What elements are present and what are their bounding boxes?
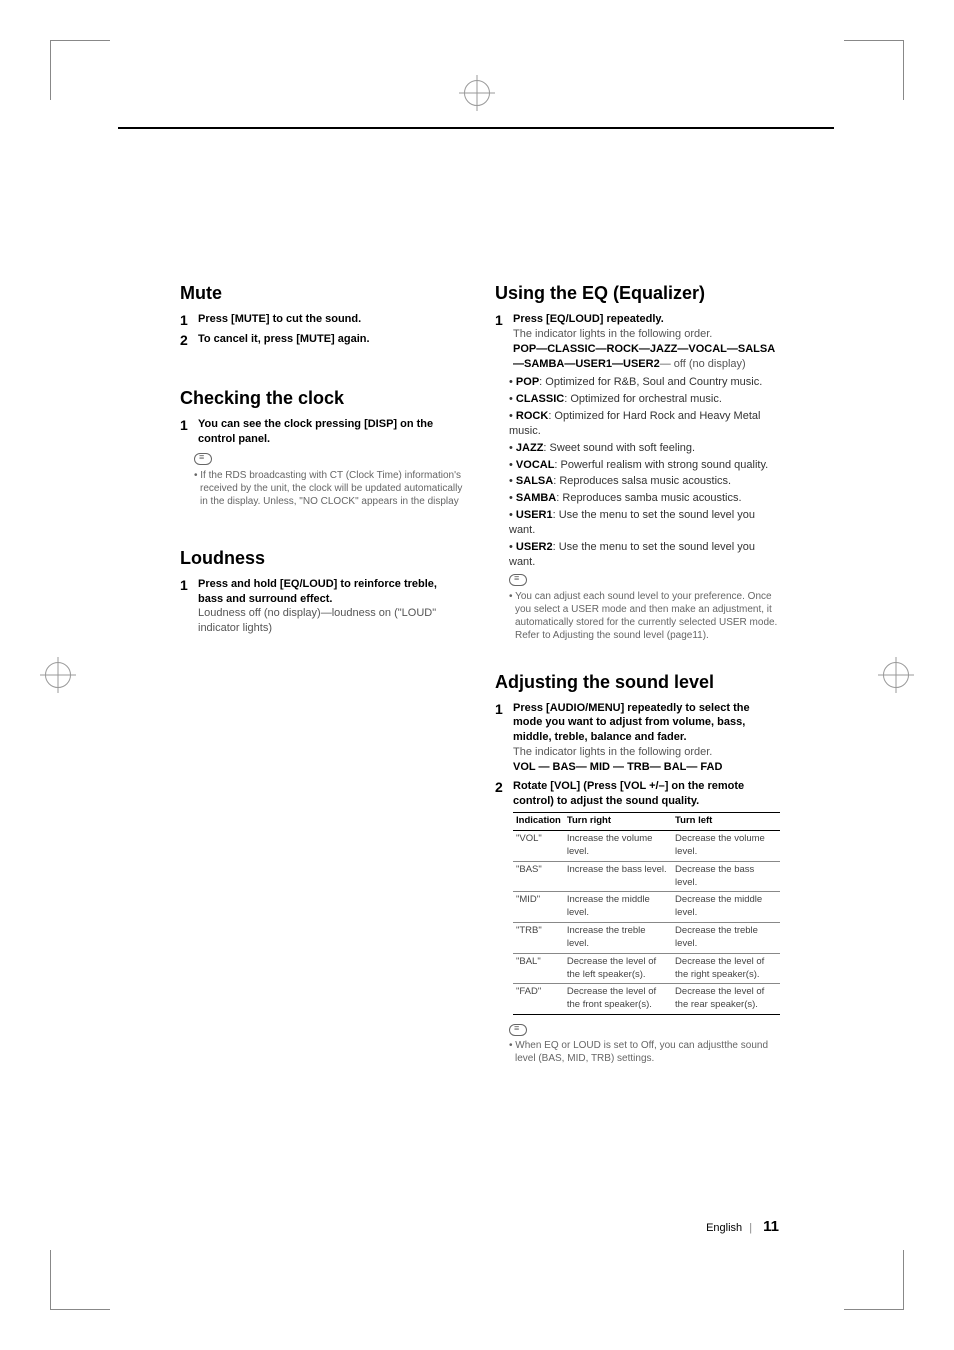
- step-text: To cancel it, press [MUTE] again.: [198, 333, 370, 345]
- clock-note: • If the RDS broadcasting with CT (Clock…: [200, 469, 465, 508]
- footer-separator: |: [749, 1222, 752, 1234]
- eq-note: • You can adjust each sound level to you…: [515, 590, 780, 642]
- crop-mark-br: [844, 1250, 904, 1310]
- table-header: Turn left: [672, 813, 780, 831]
- heading-loudness: Loudness: [180, 548, 465, 569]
- note-icon: [509, 1024, 527, 1036]
- left-column: Mute 1 Press [MUTE] to cut the sound. 2 …: [180, 265, 465, 1065]
- loudness-step-1: 1 Press and hold [EQ/LOUD] to reinforce …: [180, 577, 465, 636]
- registration-mark-left: [45, 662, 71, 688]
- step-number: 1: [180, 312, 192, 328]
- step-number: 1: [180, 417, 192, 447]
- mute-step-2: 2 To cancel it, press [MUTE] again.: [180, 332, 465, 348]
- step-text: You can see the clock pressing [DISP] on…: [198, 418, 433, 445]
- page-top-rule: [118, 127, 834, 129]
- sound-table: IndicationTurn rightTurn left "VOL"Incre…: [513, 812, 780, 1015]
- clock-step-1: 1 You can see the clock pressing [DISP] …: [180, 417, 465, 447]
- table-cell: Decrease the middle level.: [672, 892, 780, 923]
- step-text: Press and hold [EQ/LOUD] to reinforce tr…: [198, 578, 437, 605]
- heading-clock: Checking the clock: [180, 388, 465, 409]
- eq-mode-item: • SAMBA: Reproduces samba music acoustic…: [509, 491, 780, 506]
- table-header: Turn right: [564, 813, 672, 831]
- eq-mode-item: • USER2: Use the menu to set the sound l…: [509, 540, 780, 570]
- eq-mode-item: • CLASSIC: Optimized for orchestral musi…: [509, 392, 780, 407]
- table-row: "BAS"Increase the bass level.Decrease th…: [513, 861, 780, 892]
- eq-mode-item: • VOCAL: Powerful realism with strong so…: [509, 458, 780, 473]
- table-cell: "BAL": [513, 953, 564, 984]
- registration-mark-top: [464, 80, 490, 106]
- table-cell: "MID": [513, 892, 564, 923]
- table-cell: Increase the middle level.: [564, 892, 672, 923]
- table-cell: "VOL": [513, 831, 564, 862]
- table-cell: Decrease the bass level.: [672, 861, 780, 892]
- eq-step-1: 1 Press [EQ/LOUD] repeatedly. The indica…: [495, 312, 780, 371]
- adjust-sequence: VOL — BAS— MID — TRB— BAL— FAD: [513, 761, 722, 773]
- table-cell: "FAD": [513, 984, 564, 1015]
- step-text: Press [AUDIO/MENU] repeatedly to select …: [513, 702, 750, 744]
- registration-mark-right: [883, 662, 909, 688]
- footer-language: English: [706, 1222, 742, 1234]
- note-text: If the RDS broadcasting with CT (Clock T…: [200, 470, 462, 507]
- note-text: When EQ or LOUD is set to Off, you can a…: [515, 1040, 768, 1064]
- table-cell: "BAS": [513, 861, 564, 892]
- table-cell: Decrease the level of the rear speaker(s…: [672, 984, 780, 1015]
- step-number: 1: [180, 577, 192, 636]
- crop-mark-tl: [50, 40, 110, 100]
- page-footer: English | 11: [706, 1218, 779, 1235]
- step-text: Press [MUTE] to cut the sound.: [198, 313, 361, 325]
- step-number: 2: [180, 332, 192, 348]
- note-text: You can adjust each sound level to your …: [515, 591, 777, 641]
- note-icon: [509, 574, 527, 586]
- adjust-step-2: 2 Rotate [VOL] (Press [VOL +/–] on the r…: [495, 779, 780, 1015]
- crop-mark-bl: [50, 1250, 110, 1310]
- heading-eq: Using the EQ (Equalizer): [495, 283, 780, 304]
- table-cell: Increase the treble level.: [564, 923, 672, 954]
- step-subtext: Loudness off (no display)—loudness on ("…: [198, 607, 436, 634]
- step-number: 1: [495, 701, 507, 775]
- step-subtext: The indicator lights in the following or…: [513, 328, 712, 340]
- table-row: "TRB"Increase the treble level.Decrease …: [513, 923, 780, 954]
- table-row: "FAD"Decrease the level of the front spe…: [513, 984, 780, 1015]
- heading-mute: Mute: [180, 283, 465, 304]
- crop-mark-tr: [844, 40, 904, 100]
- step-number: 2: [495, 779, 507, 1015]
- step-number: 1: [495, 312, 507, 371]
- heading-adjust: Adjusting the sound level: [495, 672, 780, 693]
- note-icon: [194, 453, 212, 465]
- table-cell: Decrease the level of the right speaker(…: [672, 953, 780, 984]
- eq-sequence-tail: — off (no display): [660, 358, 746, 370]
- table-cell: Increase the volume level.: [564, 831, 672, 862]
- right-column: Using the EQ (Equalizer) 1 Press [EQ/LOU…: [495, 265, 780, 1065]
- step-text: Rotate [VOL] (Press [VOL +/–] on the rem…: [513, 780, 744, 807]
- adjust-note: • When EQ or LOUD is set to Off, you can…: [515, 1039, 780, 1065]
- adjust-step-1: 1 Press [AUDIO/MENU] repeatedly to selec…: [495, 701, 780, 775]
- eq-mode-item: • SALSA: Reproduces salsa music acoustic…: [509, 474, 780, 489]
- eq-mode-item: • ROCK: Optimized for Hard Rock and Heav…: [509, 409, 780, 439]
- page-content: Mute 1 Press [MUTE] to cut the sound. 2 …: [180, 265, 780, 1065]
- table-cell: Decrease the treble level.: [672, 923, 780, 954]
- table-cell: Decrease the volume level.: [672, 831, 780, 862]
- step-text: Press [EQ/LOUD] repeatedly.: [513, 313, 664, 325]
- table-row: "VOL"Increase the volume level.Decrease …: [513, 831, 780, 862]
- mute-step-1: 1 Press [MUTE] to cut the sound.: [180, 312, 465, 328]
- footer-page-number: 11: [763, 1218, 779, 1235]
- eq-mode-item: • USER1: Use the menu to set the sound l…: [509, 508, 780, 538]
- eq-mode-item: • JAZZ: Sweet sound with soft feeling.: [509, 441, 780, 456]
- table-row: "MID"Increase the middle level.Decrease …: [513, 892, 780, 923]
- table-cell: Decrease the level of the front speaker(…: [564, 984, 672, 1015]
- table-cell: Decrease the level of the left speaker(s…: [564, 953, 672, 984]
- eq-mode-item: • POP: Optimized for R&B, Soul and Count…: [509, 375, 780, 390]
- table-cell: "TRB": [513, 923, 564, 954]
- table-header: Indication: [513, 813, 564, 831]
- table-row: "BAL"Decrease the level of the left spea…: [513, 953, 780, 984]
- step-subtext: The indicator lights in the following or…: [513, 746, 712, 758]
- eq-mode-list: • POP: Optimized for R&B, Soul and Count…: [509, 375, 780, 569]
- table-cell: Increase the bass level.: [564, 861, 672, 892]
